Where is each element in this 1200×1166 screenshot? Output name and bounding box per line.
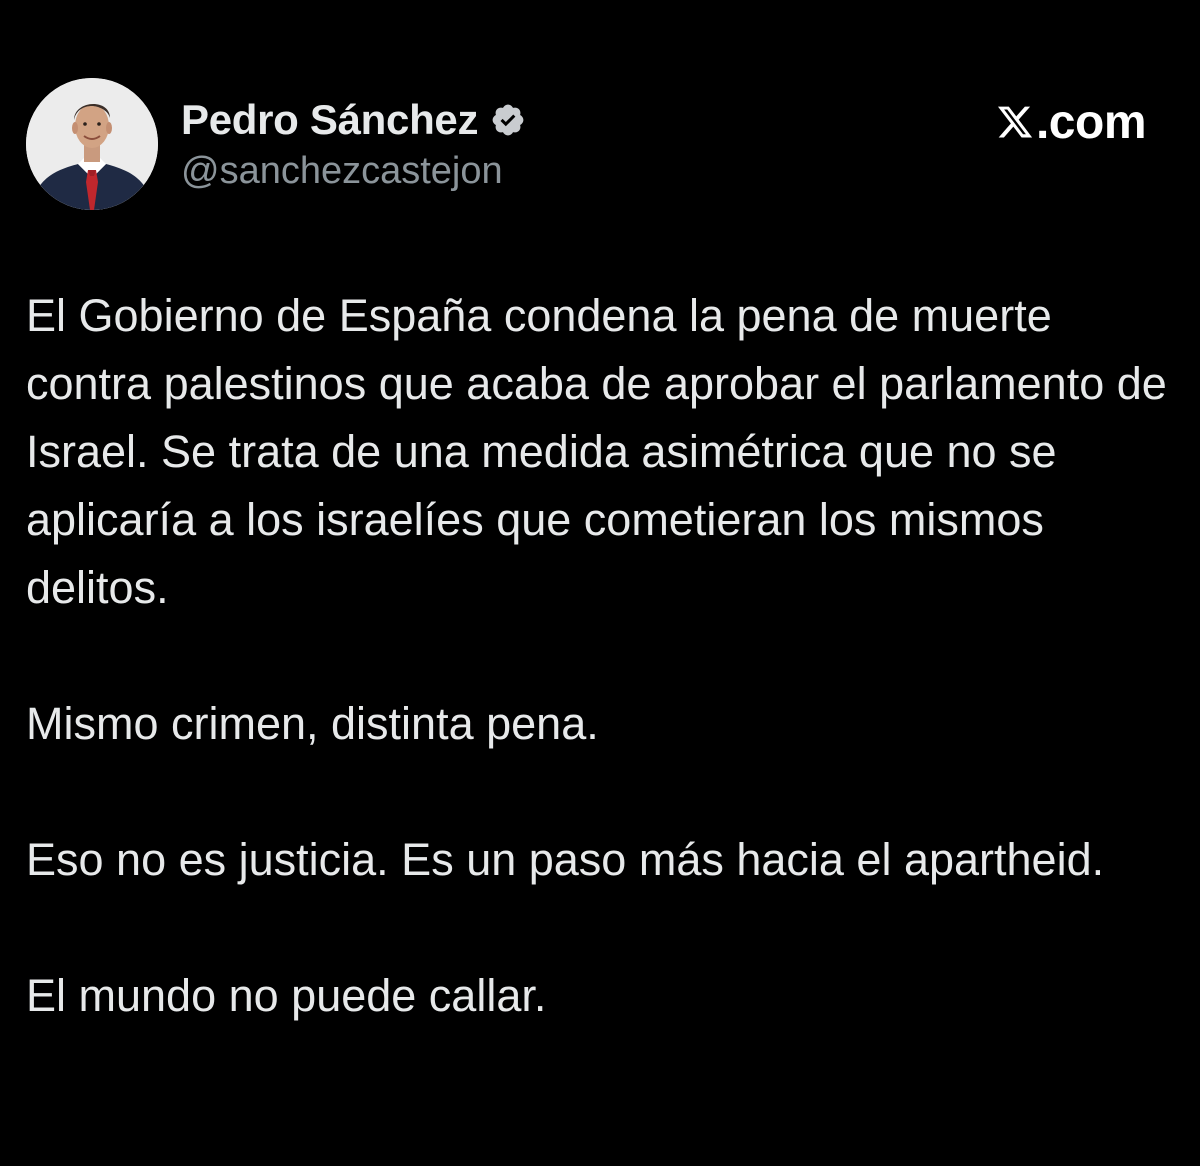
author-identity: Pedro Sánchez @sanchezcastejon bbox=[181, 92, 526, 193]
brand-watermark: .com bbox=[996, 94, 1147, 150]
tweet-text: El Gobierno de España condena la pena de… bbox=[26, 282, 1176, 1030]
x-logo-icon bbox=[997, 106, 1033, 138]
tweet-paragraph: El mundo no puede callar. bbox=[26, 970, 547, 1021]
tweet-paragraph: Mismo crimen, distinta pena. bbox=[26, 698, 599, 749]
tweet-header: Pedro Sánchez @sanchezcastejon .com bbox=[26, 78, 1174, 212]
tweet-paragraph: El Gobierno de España condena la pena de… bbox=[26, 290, 1167, 613]
tweet-card: Pedro Sánchez @sanchezcastejon .com El G… bbox=[0, 0, 1200, 1166]
avatar[interactable] bbox=[26, 78, 158, 210]
author-handle[interactable]: @sanchezcastejon bbox=[181, 150, 526, 193]
verified-badge-icon bbox=[492, 104, 524, 136]
tweet-paragraph: Eso no es justicia. Es un paso más hacia… bbox=[26, 834, 1105, 885]
profile-photo-icon bbox=[26, 78, 158, 210]
author-display-name[interactable]: Pedro Sánchez bbox=[181, 96, 479, 144]
name-row: Pedro Sánchez bbox=[181, 92, 526, 148]
brand-label: .com bbox=[1035, 95, 1147, 149]
